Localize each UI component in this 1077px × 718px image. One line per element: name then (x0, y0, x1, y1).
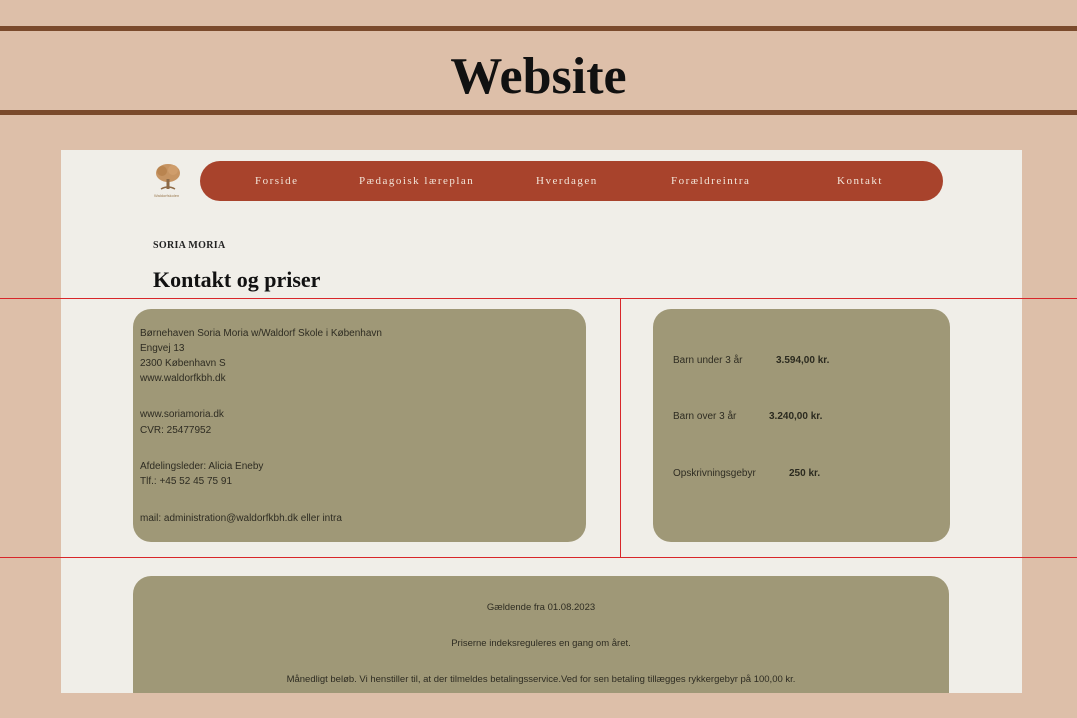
price-label: Barn over 3 år (673, 411, 737, 422)
note-monthly-payment: Månedligt beløb. Vi henstiller til, at d… (286, 674, 796, 685)
website-screenshot: Waldorfskolen Forside Pædagoisk læreplan… (61, 150, 1022, 693)
price-value: 3.240,00 kr. (769, 411, 823, 422)
banner-title: Website (450, 48, 627, 105)
contact-mail[interactable]: mail: administration@waldorfkbh.dk eller… (140, 513, 342, 524)
logo-text: Waldorfskolen (154, 193, 180, 198)
page-title: Kontakt og priser (153, 267, 321, 292)
price-label: Barn under 3 år (673, 355, 743, 366)
contact-website-link-2[interactable]: www.soriamoria.dk (140, 409, 224, 420)
contact-leader: Afdelingsleder: Alicia Eneby (140, 461, 264, 472)
main-nav: Forside Pædagoisk læreplan Hverdagen For… (200, 161, 943, 201)
contact-postal: 2300 København S (140, 358, 226, 369)
price-value: 250 kr. (789, 468, 821, 479)
page-kicker: SORIA MORIA (153, 240, 226, 251)
annotation-line-top (0, 298, 1077, 299)
contact-address-name: Børnehaven Soria Moria w/Waldorf Skole i… (140, 328, 382, 339)
price-label: Opskrivningsgebyr (673, 468, 756, 479)
nav-foraeldreintra[interactable]: Forældreintra (671, 161, 750, 201)
nav-forside[interactable]: Forside (255, 161, 299, 201)
contact-phone: Tlf.: +45 52 45 75 91 (140, 476, 233, 487)
contact-street: Engvej 13 (140, 343, 185, 354)
contact-cvr: CVR: 25477952 (140, 425, 212, 436)
contact-card: Børnehaven Soria Moria w/Waldorf Skole i… (133, 309, 586, 542)
note-valid-from: Gældende fra 01.08.2023 (486, 602, 596, 613)
price-value: 3.594,00 kr. (776, 355, 830, 366)
annotation-line-bottom (0, 557, 1077, 558)
contact-website-link[interactable]: www.waldorfkbh.dk (140, 373, 226, 384)
notes-card: Gældende fra 01.08.2023 Priserne indeksr… (133, 576, 949, 693)
nav-hverdagen[interactable]: Hverdagen (536, 161, 598, 201)
nav-kontakt[interactable]: Kontakt (837, 161, 883, 201)
annotation-line-divider (620, 298, 621, 558)
note-indexation: Priserne indeksreguleres en gang om året… (451, 638, 631, 649)
nav-paedagogisk-laereplan[interactable]: Pædagoisk læreplan (359, 161, 474, 201)
banner-top-rule (0, 26, 1077, 31)
prices-card: Barn under 3 år 3.594,00 kr. Barn over 3… (653, 309, 950, 542)
banner-bottom-rule (0, 110, 1077, 115)
